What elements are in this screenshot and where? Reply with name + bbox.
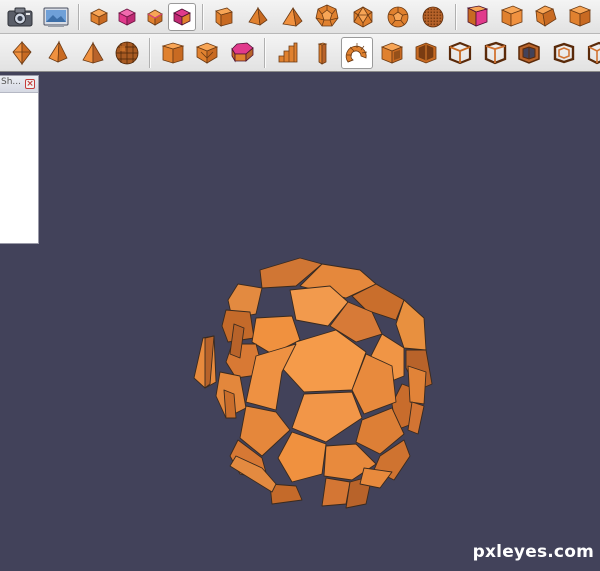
toolbar-separator — [264, 38, 265, 68]
bipyramid-icon — [48, 40, 68, 63]
camera-button[interactable] — [6, 3, 34, 31]
toolbar-separator — [149, 38, 150, 68]
screenshot-icon — [43, 7, 69, 27]
cube-plain-button[interactable] — [498, 2, 526, 30]
corner-frame-icon — [587, 41, 600, 65]
cube-button[interactable] — [85, 3, 113, 31]
cube-frame-solid-icon — [518, 42, 540, 64]
wireframe-cube-icon — [448, 41, 472, 65]
mesh-sphere-button[interactable] — [111, 37, 143, 69]
polyhedron-fragment — [223, 389, 237, 419]
prism-icon — [161, 42, 185, 64]
open-box-button[interactable] — [410, 37, 442, 69]
dodecahedron-button[interactable] — [313, 2, 341, 30]
pyramid-button[interactable] — [278, 3, 306, 31]
pyramid-icon — [282, 6, 303, 27]
open-box-icon — [415, 42, 437, 64]
exploded-polyhedron — [193, 257, 433, 509]
cube-frame-solid-button[interactable] — [513, 37, 545, 69]
truncated-icosahedron-icon — [387, 6, 409, 28]
toolbar-separator — [78, 4, 79, 30]
cube-orange-icon — [568, 5, 592, 27]
toolbar-row-2 — [0, 34, 600, 72]
cube-small-button[interactable] — [141, 3, 169, 31]
polyhedron-face — [407, 365, 427, 405]
tall-box-icon — [317, 42, 328, 65]
truncated-cube-button[interactable] — [191, 37, 223, 69]
polyhedron-face — [359, 467, 393, 489]
geodesic-sphere-button[interactable] — [419, 3, 447, 31]
corner-frame-button[interactable] — [580, 37, 600, 69]
cube-orange-button[interactable] — [566, 2, 594, 30]
side-panel-header: Sh... × — [0, 76, 38, 93]
3d-viewport[interactable]: pxleyes.com — [0, 72, 600, 567]
cube-plain-icon — [500, 5, 524, 27]
camera-icon — [7, 7, 33, 27]
pink-top-prism-icon — [231, 42, 254, 63]
truncated-icosahedron-button[interactable] — [384, 3, 412, 31]
cube-pink-icon — [118, 8, 136, 26]
cube-large-button[interactable] — [209, 3, 237, 31]
cube-pink-button[interactable] — [113, 3, 141, 31]
octahedron-button[interactable] — [6, 37, 38, 69]
tall-box-button[interactable] — [306, 37, 338, 69]
hollow-cube-icon — [380, 42, 404, 64]
cube-selected-icon — [173, 8, 191, 26]
bipyramid-button[interactable] — [42, 37, 74, 69]
close-button[interactable]: × — [25, 79, 35, 89]
tetrahedron-icon — [248, 6, 268, 26]
cube-large-icon — [215, 7, 233, 27]
cube-cut-icon — [535, 5, 557, 27]
prism-button[interactable] — [157, 37, 189, 69]
frame-cube-button[interactable] — [479, 37, 511, 69]
polyhedron-face — [291, 391, 363, 443]
dodecahedron-icon — [315, 4, 339, 27]
stairs-button[interactable] — [272, 37, 304, 69]
cube-pink-face-button[interactable] — [463, 2, 491, 30]
icosahedron-icon — [353, 6, 373, 28]
mesh-sphere-icon — [115, 41, 139, 65]
icosahedron-button[interactable] — [349, 3, 377, 31]
small-frame-icon — [553, 42, 575, 64]
side-panel-title: Sh... — [1, 77, 21, 87]
cube-pink-face-icon — [466, 5, 489, 27]
hollow-cube-button[interactable] — [376, 37, 408, 69]
truncated-cube-icon — [195, 42, 219, 64]
stairs-icon — [278, 42, 298, 63]
triangular-pyramid-icon — [82, 41, 104, 64]
small-frame-button[interactable] — [548, 37, 580, 69]
close-icon: × — [26, 79, 34, 89]
geodesic-sphere-icon — [422, 6, 444, 28]
screenshot-button[interactable] — [42, 3, 70, 31]
frame-cube-icon — [484, 41, 507, 65]
wireframe-cube-button[interactable] — [444, 37, 476, 69]
cube-small-icon — [147, 9, 163, 26]
cube-icon — [90, 8, 108, 26]
octahedron-icon — [12, 40, 32, 66]
toolbar-row-1 — [0, 0, 600, 34]
toolbar-separator — [202, 4, 203, 30]
triangular-pyramid-button[interactable] — [77, 37, 109, 69]
cube-cut-button[interactable] — [532, 2, 560, 30]
side-panel: Sh... × — [0, 75, 39, 244]
polyhedron-face — [321, 477, 351, 507]
spiral-stairs-button[interactable] — [341, 37, 373, 69]
tetrahedron-button[interactable] — [244, 3, 272, 31]
watermark: pxleyes.com — [472, 542, 594, 562]
pink-top-prism-button[interactable] — [226, 37, 258, 69]
spiral-stairs-icon — [345, 43, 368, 63]
toolbar-separator — [455, 4, 456, 30]
cube-selected-button[interactable] — [168, 3, 196, 31]
